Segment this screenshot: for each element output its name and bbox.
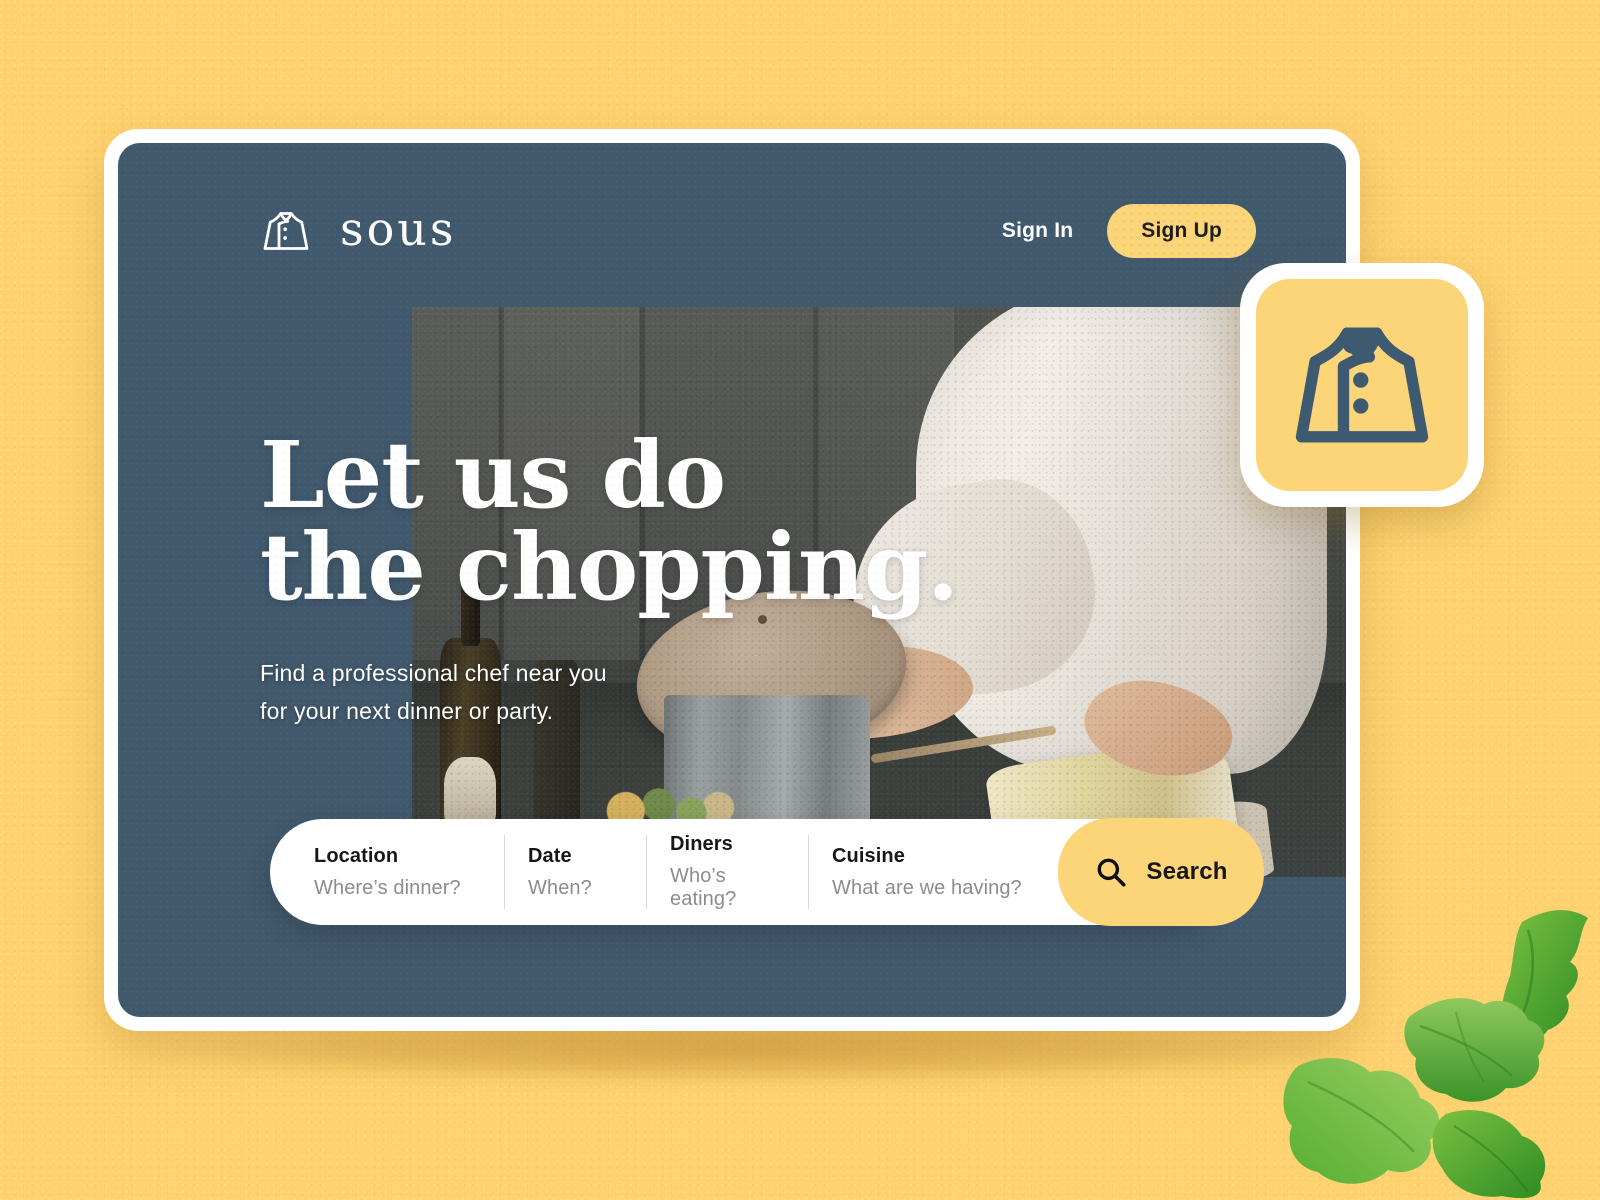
brand-name: sous: [340, 202, 457, 256]
search-fields: Location Where’s dinner? Date When? Dine…: [270, 819, 1058, 925]
browser-frame: sous Sign In Sign Up Let us do the chopp…: [104, 129, 1360, 1031]
search-field-cuisine[interactable]: Cuisine What are we having?: [808, 819, 1058, 925]
location-label: Location: [314, 844, 399, 867]
sign-in-button[interactable]: Sign In: [1002, 219, 1073, 243]
search-icon: [1097, 858, 1126, 887]
search-field-diners[interactable]: Diners Who’s eating?: [646, 819, 808, 925]
date-input[interactable]: When?: [528, 877, 624, 900]
app-icon-tile: [1256, 279, 1468, 491]
hero-subtitle: Find a professional chef near you for yo…: [260, 660, 607, 724]
chef-jacket-icon: [1295, 327, 1429, 443]
diners-input[interactable]: Who’s eating?: [670, 865, 786, 911]
search-button-label: Search: [1146, 858, 1228, 885]
cuisine-label: Cuisine: [832, 844, 905, 867]
location-input[interactable]: Where’s dinner?: [314, 877, 482, 900]
header-actions: Sign In Sign Up: [1002, 204, 1256, 258]
chef-jacket-icon: [263, 212, 309, 250]
diners-label: Diners: [670, 833, 733, 855]
page-title: Let us do the chopping.: [260, 421, 959, 621]
date-label: Date: [528, 844, 572, 867]
landing-page-card: sous Sign In Sign Up Let us do the chopp…: [118, 143, 1346, 1017]
brand-logo[interactable]: sous: [258, 203, 457, 259]
search-field-date[interactable]: Date When?: [504, 819, 646, 925]
cuisine-input[interactable]: What are we having?: [832, 877, 1036, 900]
sign-up-button[interactable]: Sign Up: [1107, 204, 1256, 258]
search-bar: Location Where’s dinner? Date When? Dine…: [270, 818, 1264, 926]
hero-copy: Let us do the chopping. Find a professio…: [260, 429, 960, 731]
app-icon-badge: [1240, 263, 1484, 507]
search-button[interactable]: Search: [1058, 818, 1264, 926]
search-field-location[interactable]: Location Where’s dinner?: [314, 819, 504, 925]
site-header: sous Sign In Sign Up: [118, 193, 1346, 269]
